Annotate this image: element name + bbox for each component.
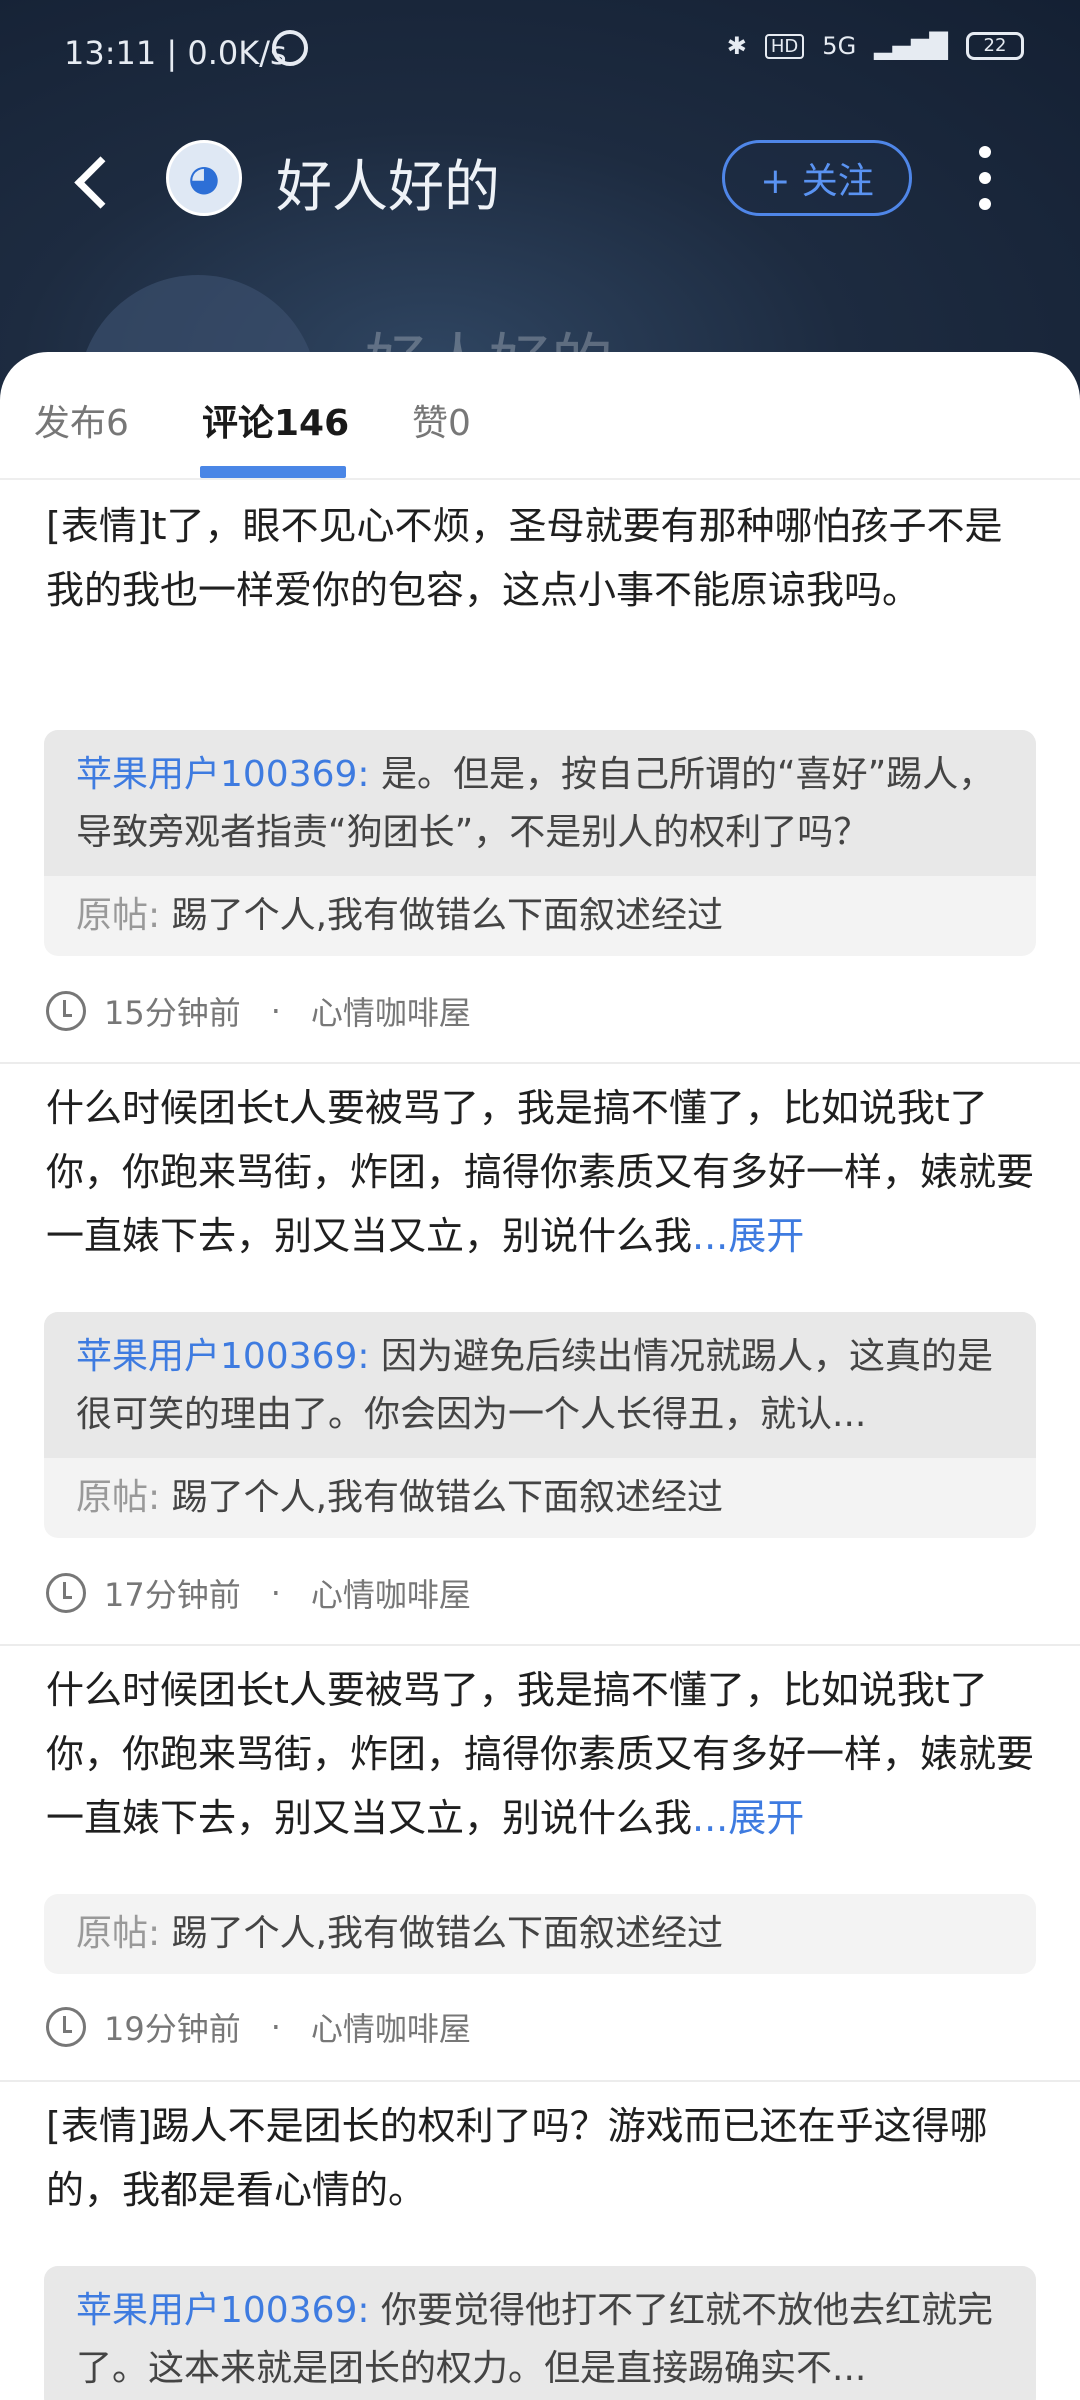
divider (0, 2080, 1080, 2082)
origin-post[interactable]: 原帖: 踢了个人,我有做错么下面叙述经过 (44, 876, 1036, 956)
reply-quote[interactable]: 原帖: 踢了个人,我有做错么下面叙述经过 (44, 1894, 1036, 1974)
comment-text: 什么时候团长t人要被骂了，我是搞不懂了，比如说我t了你，你跑来骂街，炸团，搞得你… (46, 1086, 1035, 1258)
network-label: 5G (822, 32, 857, 60)
tab-likes[interactable]: 赞0 (412, 394, 471, 446)
reply-block: 苹果用户100369: 是。但是，按自己所谓的“喜好”踢人，导致旁观者指责“狗团… (44, 730, 1036, 876)
origin-label: 原帖: (76, 895, 161, 936)
comment-meta: 15分钟前 · 心情咖啡屋 (46, 988, 471, 1034)
expand-link[interactable]: ...展开 (692, 1796, 804, 1840)
clock-icon (46, 2007, 86, 2047)
origin-label: 原帖: (76, 1913, 161, 1954)
hd-icon: HD (764, 33, 805, 59)
page-title: 好人好的 (276, 155, 500, 220)
reply-block: 苹果用户100369: 因为避免后续出情况就踢人，这真的是很可笑的理由了。你会因… (44, 1312, 1036, 1458)
more-icon[interactable] (970, 146, 1000, 210)
origin-text: 踢了个人,我有做错么下面叙述经过 (160, 1477, 724, 1518)
active-tab-indicator (200, 466, 346, 478)
reply-user[interactable]: 苹果用户100369: (76, 1336, 370, 1377)
comment-text: 什么时候团长t人要被骂了，我是搞不懂了，比如说我t了你，你跑来骂街，炸团，搞得你… (46, 1668, 1035, 1840)
group-name[interactable]: 心情咖啡屋 (311, 1570, 471, 1616)
tab-posts[interactable]: 发布6 (34, 394, 129, 446)
status-time: 13:11 | 0.0K/s (64, 34, 287, 72)
reply-quote[interactable]: 苹果用户100369: 你要觉得他打不了红就不放他去红就完了。这本来就是团长的权… (44, 2266, 1036, 2400)
separator: · (270, 992, 281, 1030)
reply-quote[interactable]: 苹果用户100369: 是。但是，按自己所谓的“喜好”踢人，导致旁观者指责“狗团… (44, 730, 1036, 956)
origin-post[interactable]: 原帖: 踢了个人,我有做错么下面叙述经过 (44, 1458, 1036, 1538)
separator: · (270, 2008, 281, 2046)
content-card: 发布6 评论146 赞0 [表情]t了，眼不见心不烦，圣母就要有那种哪怕孩子不是… (0, 352, 1080, 2400)
origin-text: 踢了个人,我有做错么下面叙述经过 (160, 1913, 724, 1954)
comment-meta: 19分钟前 · 心情咖啡屋 (46, 2004, 471, 2050)
signal-icon: ▂▄▆█ (874, 32, 948, 60)
origin-text: 踢了个人,我有做错么下面叙述经过 (160, 895, 724, 936)
comment-text: [表情]踢人不是团长的权利了吗？游戏而已还在乎这得哪的，我都是看心情的。 (46, 2104, 988, 2212)
back-icon[interactable] (68, 152, 116, 212)
divider (0, 1644, 1080, 1646)
group-name[interactable]: 心情咖啡屋 (311, 988, 471, 1034)
expand-link[interactable]: ...展开 (692, 1214, 804, 1258)
comment-meta: 17分钟前 · 心情咖啡屋 (46, 1570, 471, 1616)
divider (0, 1062, 1080, 1064)
separator: · (270, 1574, 281, 1612)
group-name[interactable]: 心情咖啡屋 (311, 2004, 471, 2050)
avatar[interactable]: ◕ (166, 140, 242, 216)
bluetooth-icon: ✱ (726, 32, 747, 60)
battery-icon: 22 (966, 32, 1024, 60)
alarm-icon (272, 30, 308, 66)
comment-time: 19分钟前 (104, 2010, 241, 2048)
reply-user[interactable]: 苹果用户100369: (76, 2290, 370, 2331)
comment-time: 15分钟前 (104, 994, 241, 1032)
follow-button[interactable]: + 关注 (722, 140, 912, 216)
comment-time: 17分钟前 (104, 1576, 241, 1614)
top-bar: ◕ 好人好的 + 关注 (0, 120, 1080, 240)
status-icons: ✱ HD 5G ▂▄▆█ 22 (727, 32, 1024, 60)
origin-post[interactable]: 原帖: 踢了个人,我有做错么下面叙述经过 (44, 1894, 1036, 1974)
clock-icon (46, 1573, 86, 1613)
status-bar: 13:11 | 0.0K/s ✱ HD 5G ▂▄▆█ 22 (0, 0, 1080, 100)
reply-quote[interactable]: 苹果用户100369: 因为避免后续出情况就踢人，这真的是很可笑的理由了。你会因… (44, 1312, 1036, 1538)
clock-icon (46, 991, 86, 1031)
reply-user[interactable]: 苹果用户100369: (76, 754, 370, 795)
tab-bar: 发布6 评论146 赞0 (0, 352, 1080, 480)
origin-label: 原帖: (76, 1477, 161, 1518)
tab-comments[interactable]: 评论146 (202, 394, 349, 446)
reply-block: 苹果用户100369: 你要觉得他打不了红就不放他去红就完了。这本来就是团长的权… (44, 2266, 1036, 2400)
comment-text: [表情]t了，眼不见心不烦，圣母就要有那种哪怕孩子不是我的我也一样爱你的包容，这… (46, 504, 1003, 612)
